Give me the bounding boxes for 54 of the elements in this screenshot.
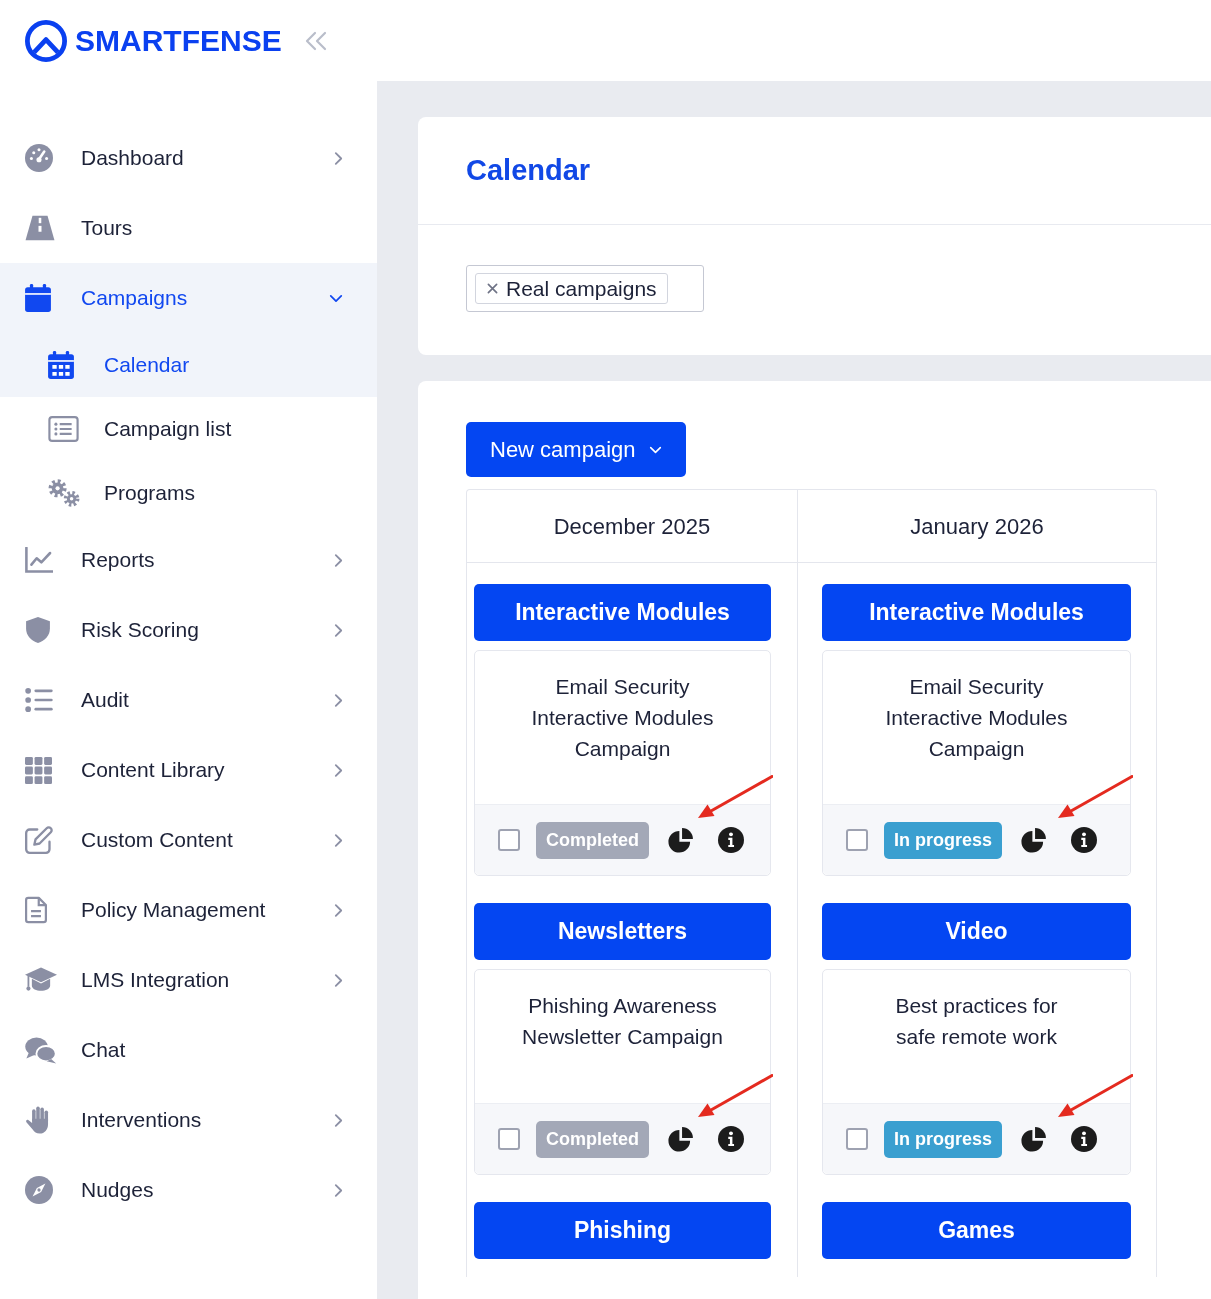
graduation-cap-icon — [25, 967, 57, 993]
select-checkbox[interactable] — [498, 829, 520, 851]
chat-icon — [25, 1036, 57, 1064]
info-icon[interactable] — [1071, 827, 1098, 853]
info-icon[interactable] — [718, 1126, 744, 1152]
status-badge: Completed — [536, 1120, 649, 1158]
category-bar: Interactive Modules — [822, 584, 1131, 641]
status-badge: Completed — [536, 821, 649, 859]
close-icon[interactable] — [487, 283, 498, 294]
calendar-icon — [25, 284, 51, 312]
compass-icon — [25, 1176, 53, 1204]
filter-field[interactable]: Real campaigns — [466, 265, 704, 312]
road-icon — [25, 215, 55, 241]
shield-icon — [25, 616, 51, 644]
select-checkbox[interactable] — [846, 1128, 868, 1150]
hand-icon — [25, 1105, 51, 1135]
status-badge: In progress — [884, 1120, 1003, 1158]
status-badge: In progress — [884, 821, 1003, 859]
grid-icon — [25, 756, 52, 784]
select-checkbox[interactable] — [498, 1128, 520, 1150]
month-header: January 2026 — [798, 490, 1156, 563]
sidebar-item[interactable]: Campaigns — [0, 263, 377, 333]
select-checkbox[interactable] — [846, 829, 868, 851]
document-icon — [25, 896, 47, 924]
info-icon[interactable] — [1071, 1126, 1098, 1152]
category-bar: Phishing — [474, 1202, 771, 1259]
page-title: Calendar — [466, 152, 591, 188]
list-icon — [25, 688, 53, 712]
gauge-icon — [25, 144, 53, 172]
filter-tag[interactable]: Real campaigns — [475, 273, 668, 304]
gears-icon — [48, 479, 80, 507]
logo-wordmark: SMARTFENSE — [75, 26, 282, 56]
event-title: Phishing Awareness Newsletter Campaign — [521, 993, 724, 1050]
category-bar: Games — [822, 1202, 1131, 1259]
pie-chart-icon[interactable] — [668, 827, 694, 853]
logo-icon — [25, 20, 67, 62]
sidebar-subitem[interactable]: Calendar — [0, 333, 377, 397]
category-bar: Newsletters — [474, 903, 771, 960]
event-title: Best practices for safe remote work — [894, 993, 1059, 1050]
month-header: December 2025 — [467, 490, 797, 563]
edit-icon — [25, 826, 53, 854]
info-icon[interactable] — [718, 827, 744, 853]
pie-chart-icon[interactable] — [1021, 1126, 1048, 1152]
new-campaign-button[interactable]: New campaign — [466, 422, 686, 477]
line-chart-icon — [25, 547, 53, 573]
calendar-icon — [48, 351, 74, 379]
event-title: Email Security Interactive Modules Campaign — [530, 674, 715, 762]
event-title: Email Security Interactive Modules Campaign — [884, 674, 1069, 762]
chevron-down-icon — [648, 445, 662, 454]
pie-chart-icon[interactable] — [668, 1126, 694, 1152]
list-box-icon — [48, 416, 79, 442]
category-bar: Video — [822, 903, 1131, 960]
pie-chart-icon[interactable] — [1021, 827, 1048, 853]
category-bar: Interactive Modules — [474, 584, 771, 641]
